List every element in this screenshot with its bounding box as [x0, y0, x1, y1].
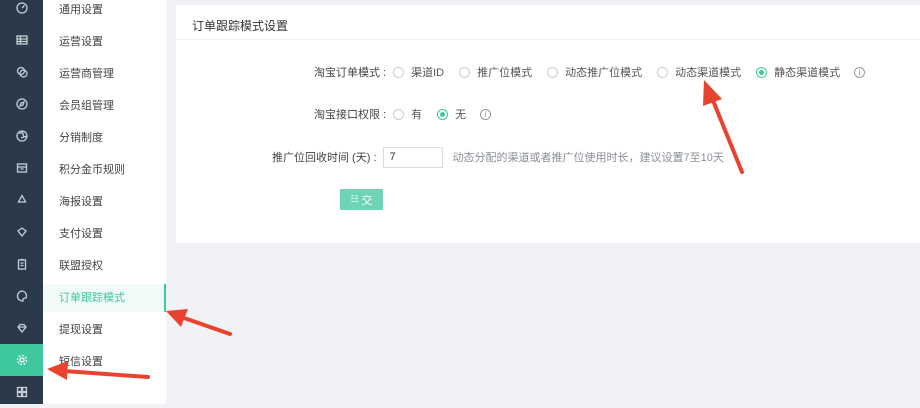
- submenu-item-points-rules[interactable]: 积分金币规则: [43, 156, 166, 184]
- arrow-to-order-tracking: [166, 309, 232, 336]
- order-mode-label: 淘宝订单模式 :: [314, 67, 387, 79]
- radio-circle[interactable]: [393, 108, 405, 120]
- radio-dynamic-promo-position[interactable]: 动态推广位模式: [547, 64, 650, 80]
- page-title: 订单跟踪模式设置: [192, 19, 289, 33]
- archive-icon[interactable]: [0, 152, 43, 184]
- gem-icon[interactable]: [0, 312, 43, 344]
- table-icon[interactable]: [0, 24, 43, 56]
- recycle-time-label: 推广位回收时间 (天) :: [272, 152, 377, 164]
- recycle-days-input[interactable]: 7: [382, 146, 443, 168]
- compass-icon[interactable]: [0, 88, 43, 120]
- submenu-item-member-group[interactable]: 会员组管理: [43, 92, 166, 120]
- settings-submenu: 通用设置 运营设置 运营商管理 会员组管理 分销制度 积分金币规则 海报设置 支…: [43, 0, 166, 404]
- api-permission-label: 淘宝接口权限 :: [314, 109, 387, 121]
- submit-button[interactable]: ☷ 交: [340, 189, 383, 210]
- title-divider: [176, 39, 920, 40]
- radio-circle[interactable]: [547, 66, 559, 78]
- coins-icon[interactable]: [0, 56, 43, 88]
- submenu-item-operation[interactable]: 运营设置: [43, 28, 166, 56]
- info-icon[interactable]: i: [480, 108, 492, 120]
- radio-circle[interactable]: [393, 66, 405, 78]
- radio-channel-id[interactable]: 渠道ID: [393, 64, 452, 80]
- submenu-item-payment[interactable]: 支付设置: [43, 220, 166, 248]
- submit-label: 交: [361, 194, 373, 207]
- submenu-item-general[interactable]: 通用设置: [43, 0, 166, 24]
- aperture-icon[interactable]: [0, 120, 43, 152]
- submenu-item-order-tracking[interactable]: 订单跟踪模式: [43, 284, 166, 312]
- submenu-item-operator[interactable]: 运营商管理: [43, 60, 166, 88]
- recycle-time-row: 推广位回收时间 (天) : 7 动态分配的渠道或者推广位使用时长，建议设置7至1…: [272, 146, 724, 168]
- submenu-item-alliance-auth[interactable]: 联盟授权: [43, 252, 166, 280]
- palette-icon[interactable]: [0, 280, 43, 312]
- speedometer-icon[interactable]: [0, 0, 43, 24]
- clipboard-icon[interactable]: [0, 248, 43, 280]
- radio-promo-position[interactable]: 推广位模式: [459, 64, 540, 80]
- recycle-icon[interactable]: [0, 184, 43, 216]
- api-permission-row: 淘宝接口权限 : 有 无 i: [314, 104, 492, 124]
- radio-dynamic-channel[interactable]: 动态渠道模式: [657, 64, 749, 80]
- submenu-item-poster[interactable]: 海报设置: [43, 188, 166, 216]
- radio-circle[interactable]: [459, 66, 471, 78]
- order-tracking-card: 订单跟踪模式设置 淘宝订单模式 : 渠道ID 推广位模式 动态推广位模式 动态渠…: [176, 5, 920, 243]
- radio-circle-selected[interactable]: [756, 66, 768, 78]
- radio-circle-selected[interactable]: [437, 108, 449, 120]
- radio-circle[interactable]: [657, 66, 669, 78]
- recycle-time-hint: 动态分配的渠道或者推广位使用时长，建议设置7至10天: [452, 152, 724, 164]
- submenu-item-withdrawal[interactable]: 提现设置: [43, 316, 166, 344]
- info-icon[interactable]: i: [854, 66, 866, 78]
- settings-icon[interactable]: [0, 344, 43, 376]
- grid-icon[interactable]: [0, 376, 43, 408]
- radio-no-permission[interactable]: 无: [437, 106, 474, 122]
- list-icon: ☷: [350, 194, 359, 204]
- diamond-icon[interactable]: [0, 216, 43, 248]
- radio-static-channel[interactable]: 静态渠道模式: [756, 64, 848, 80]
- radio-has-permission[interactable]: 有: [393, 106, 430, 122]
- icon-sidebar: [0, 0, 43, 404]
- order-mode-row: 淘宝订单模式 : 渠道ID 推广位模式 动态推广位模式 动态渠道模式 静态渠道模…: [314, 62, 866, 82]
- submenu-item-sms[interactable]: 短信设置: [43, 348, 166, 376]
- submenu-item-distribution[interactable]: 分销制度: [43, 124, 166, 152]
